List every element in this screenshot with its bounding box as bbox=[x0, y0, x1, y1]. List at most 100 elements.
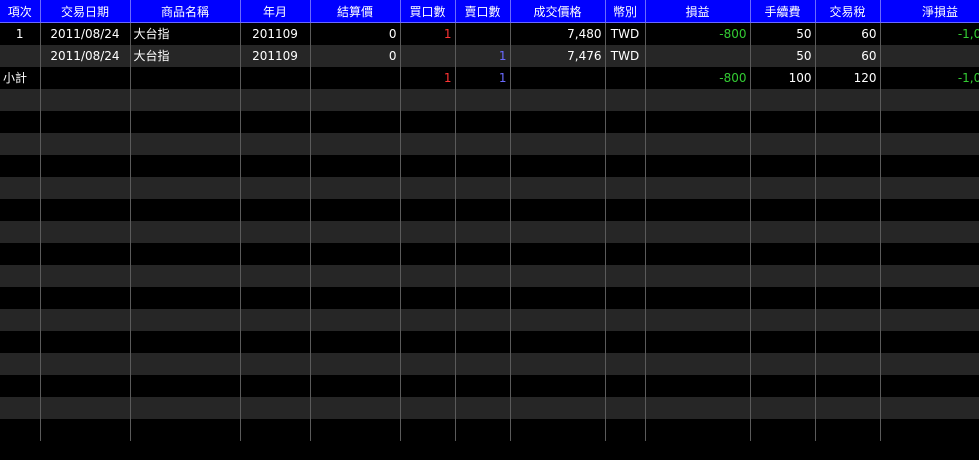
cell-currency: TWD bbox=[605, 22, 646, 45]
empty-row bbox=[0, 418, 979, 441]
empty-row bbox=[0, 220, 979, 243]
empty-cell bbox=[510, 418, 606, 441]
empty-cell bbox=[645, 352, 751, 375]
empty-cell bbox=[645, 264, 751, 287]
cell-net: -1,020 bbox=[880, 22, 979, 45]
empty-cell bbox=[645, 110, 751, 133]
empty-cell bbox=[0, 132, 41, 155]
cell-settle bbox=[310, 66, 401, 89]
col-header-date[interactable]: 交易日期 bbox=[40, 0, 131, 23]
empty-row bbox=[0, 176, 979, 199]
col-header-pnl[interactable]: 損益 bbox=[645, 0, 751, 23]
subtotal-net: -1,020 bbox=[880, 66, 979, 89]
col-header-fee[interactable]: 手續費 bbox=[750, 0, 816, 23]
empty-cell bbox=[400, 198, 456, 221]
empty-cell bbox=[0, 374, 41, 397]
empty-cell bbox=[310, 352, 401, 375]
empty-cell bbox=[510, 330, 606, 353]
col-header-currency[interactable]: 幣別 bbox=[605, 0, 646, 23]
col-header-sell[interactable]: 賣口數 bbox=[455, 0, 511, 23]
cell-product bbox=[130, 66, 241, 89]
empty-cell bbox=[645, 286, 751, 309]
empty-cell bbox=[750, 418, 816, 441]
cell-pnl: -800 bbox=[645, 22, 751, 45]
empty-cell bbox=[880, 242, 979, 265]
empty-row bbox=[0, 308, 979, 331]
empty-cell bbox=[645, 242, 751, 265]
cell-date: 2011/08/24 bbox=[40, 22, 131, 45]
subtotal-tax: 120 bbox=[815, 66, 881, 89]
empty-cell bbox=[815, 286, 881, 309]
empty-cell bbox=[455, 132, 511, 155]
subtotal-label: 小計 bbox=[0, 66, 41, 89]
empty-cell bbox=[645, 132, 751, 155]
empty-cell bbox=[240, 198, 311, 221]
table-row[interactable]: 1 2011/08/24 大台指 201109 0 1 7,480 TWD -8… bbox=[0, 22, 979, 45]
empty-cell bbox=[455, 330, 511, 353]
col-header-tax[interactable]: 交易稅 bbox=[815, 0, 881, 23]
trade-table: 項次 交易日期 商品名稱 年月 結算價 買口數 賣口數 成交價格 幣別 損益 手… bbox=[0, 0, 979, 441]
col-header-net[interactable]: 淨損益 bbox=[880, 0, 979, 23]
empty-cell bbox=[240, 242, 311, 265]
empty-cell bbox=[240, 352, 311, 375]
empty-cell bbox=[645, 330, 751, 353]
empty-cell bbox=[815, 132, 881, 155]
empty-cell bbox=[130, 242, 241, 265]
empty-row bbox=[0, 330, 979, 353]
col-header-settle[interactable]: 結算價 bbox=[310, 0, 401, 23]
empty-cell bbox=[455, 352, 511, 375]
cell-buy: 1 bbox=[400, 22, 456, 45]
empty-cell bbox=[0, 264, 41, 287]
empty-cell bbox=[510, 154, 606, 177]
empty-cell bbox=[605, 88, 646, 111]
table-row[interactable]: 2011/08/24 大台指 201109 0 1 7,476 TWD 50 6… bbox=[0, 44, 979, 67]
empty-cell bbox=[750, 198, 816, 221]
cell-net bbox=[880, 44, 979, 67]
col-header-buy[interactable]: 買口數 bbox=[400, 0, 456, 23]
empty-cell bbox=[815, 198, 881, 221]
empty-cell bbox=[750, 396, 816, 419]
empty-cell bbox=[880, 110, 979, 133]
empty-cell bbox=[750, 220, 816, 243]
col-header-item[interactable]: 項次 bbox=[0, 0, 41, 23]
empty-cell bbox=[400, 176, 456, 199]
empty-cell bbox=[240, 132, 311, 155]
cell-pnl bbox=[645, 44, 751, 67]
empty-cell bbox=[130, 88, 241, 111]
empty-cell bbox=[310, 198, 401, 221]
empty-cell bbox=[400, 220, 456, 243]
empty-cell bbox=[40, 198, 131, 221]
cell-fee: 50 bbox=[750, 22, 816, 45]
empty-cell bbox=[750, 264, 816, 287]
empty-cell bbox=[605, 330, 646, 353]
col-header-month[interactable]: 年月 bbox=[240, 0, 311, 23]
empty-cell bbox=[240, 176, 311, 199]
empty-cell bbox=[605, 352, 646, 375]
empty-cell bbox=[510, 352, 606, 375]
empty-cell bbox=[880, 154, 979, 177]
empty-cell bbox=[880, 264, 979, 287]
empty-cell bbox=[815, 264, 881, 287]
empty-cell bbox=[455, 418, 511, 441]
empty-cell bbox=[605, 176, 646, 199]
empty-cell bbox=[880, 220, 979, 243]
empty-cell bbox=[510, 220, 606, 243]
empty-cell bbox=[130, 264, 241, 287]
empty-cell bbox=[815, 374, 881, 397]
subtotal-row[interactable]: 小計 1 1 -800 100 120 -1,020 bbox=[0, 66, 979, 89]
empty-cell bbox=[400, 88, 456, 111]
empty-cell bbox=[130, 396, 241, 419]
empty-cell bbox=[40, 396, 131, 419]
empty-cell bbox=[510, 176, 606, 199]
empty-cell bbox=[310, 374, 401, 397]
empty-cell bbox=[310, 264, 401, 287]
cell-price bbox=[510, 66, 606, 89]
empty-cell bbox=[455, 154, 511, 177]
empty-cell bbox=[645, 220, 751, 243]
empty-cell bbox=[880, 330, 979, 353]
col-header-price[interactable]: 成交價格 bbox=[510, 0, 606, 23]
empty-cell bbox=[880, 286, 979, 309]
empty-cell bbox=[815, 418, 881, 441]
col-header-product[interactable]: 商品名稱 bbox=[130, 0, 241, 23]
empty-cell bbox=[400, 132, 456, 155]
